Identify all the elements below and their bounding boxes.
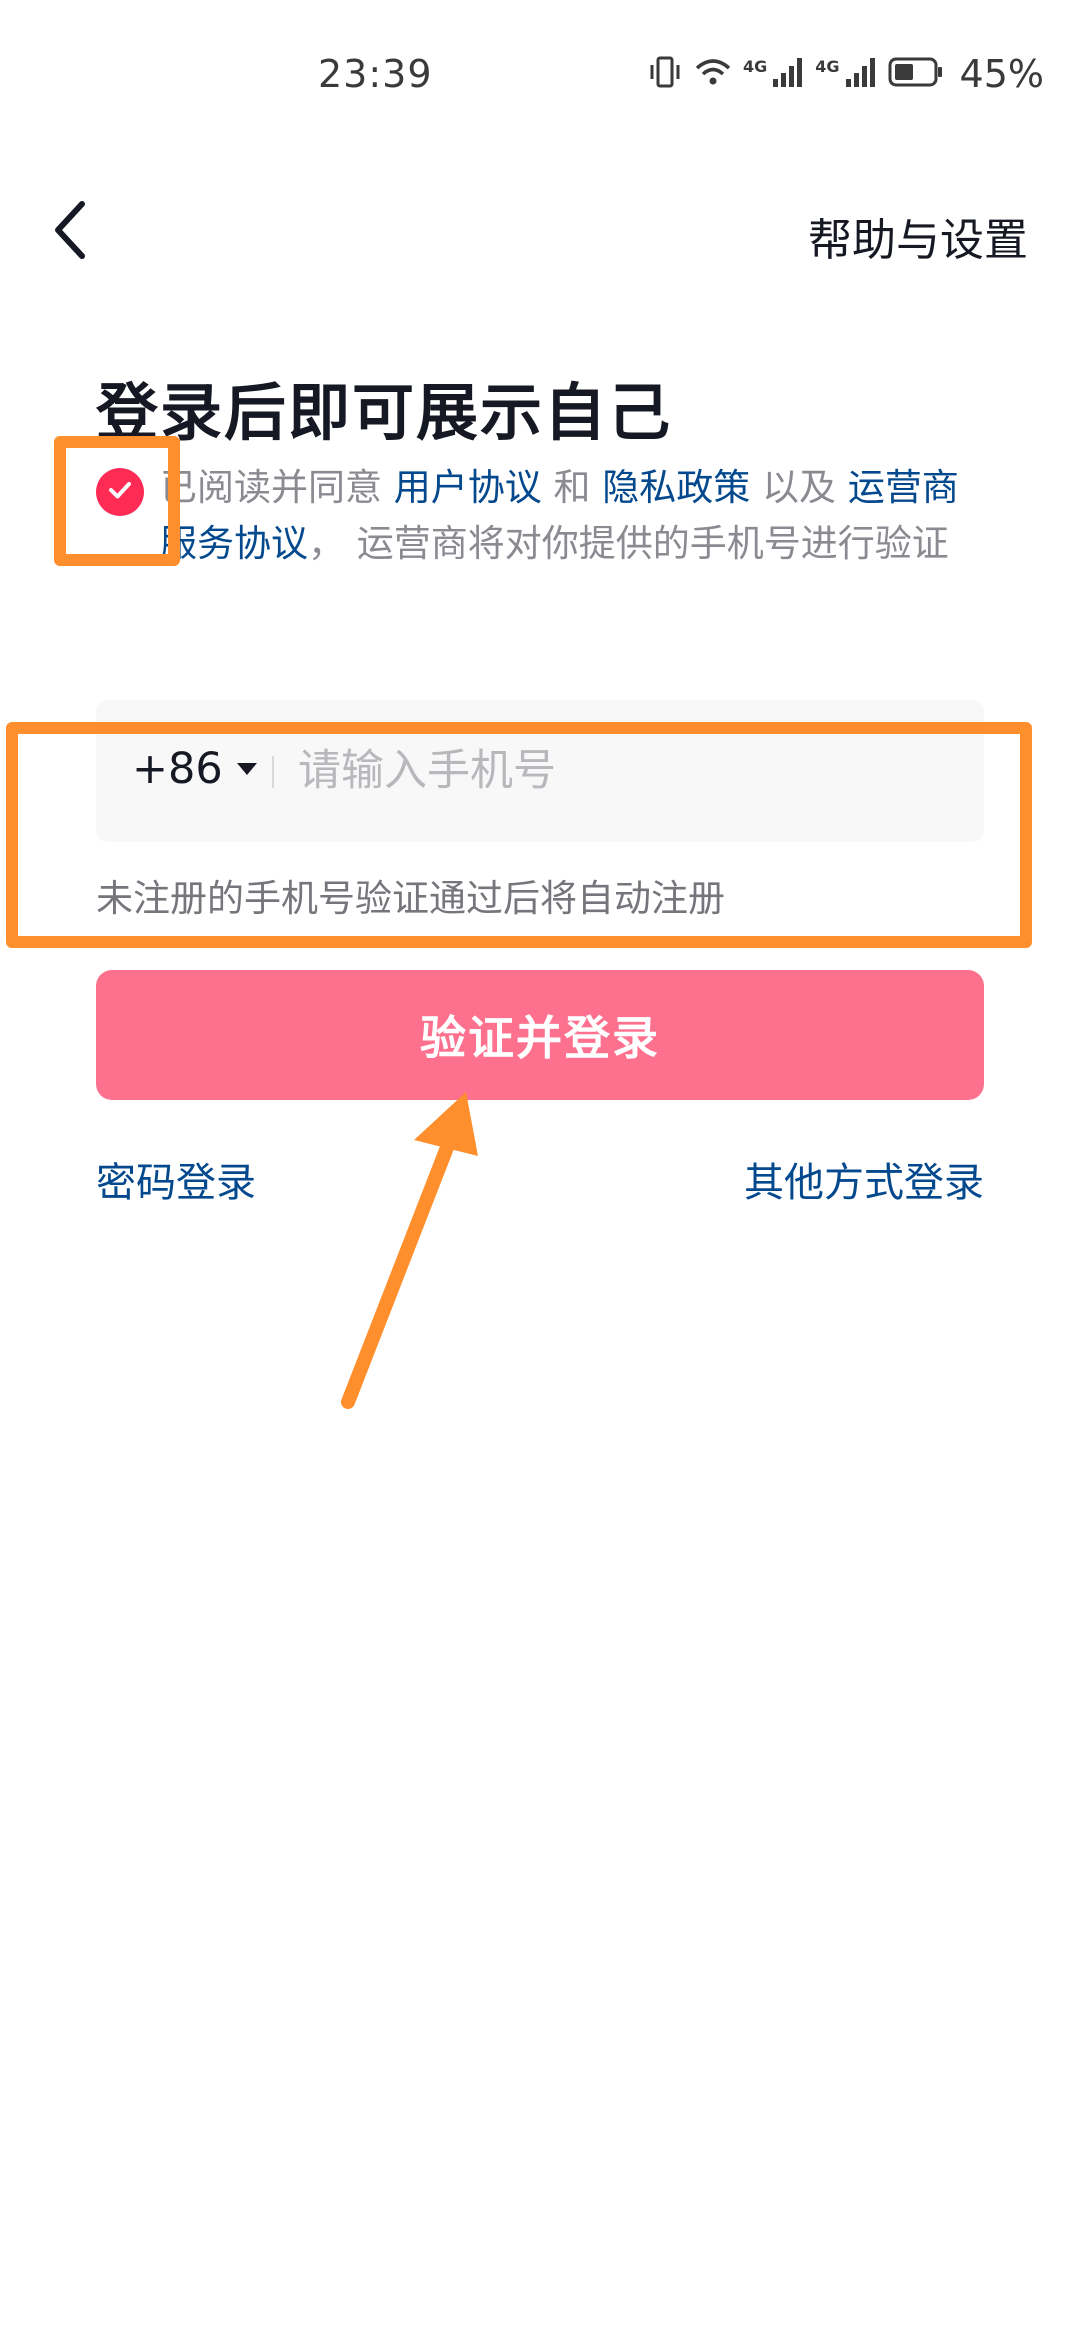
page-title: 登录后即可展示自己 <box>96 376 673 449</box>
auto-register-hint: 未注册的手机号验证通过后将自动注册 <box>96 877 725 920</box>
input-divider <box>272 756 274 788</box>
agreement-also: 以及 <box>750 466 848 509</box>
privacy-policy-link[interactable]: 隐私政策 <box>602 466 750 509</box>
back-button[interactable] <box>40 196 100 268</box>
status-time: 23:39 <box>318 52 433 96</box>
chevron-left-icon <box>48 198 92 266</box>
phone-input[interactable] <box>298 738 958 804</box>
agreement-suffix: ， 运营商将对你提供的手机号进行验证 <box>308 522 949 565</box>
agreement-checkbox[interactable] <box>96 468 144 516</box>
signal-icon <box>771 55 805 93</box>
other-login-link[interactable]: 其他方式登录 <box>744 1150 984 1208</box>
signal-icon <box>844 55 878 93</box>
battery-percent: 45% <box>959 52 1044 96</box>
verify-login-button[interactable]: 验证并登录 <box>96 970 984 1100</box>
status-icons: 4G 4G 45% <box>647 52 1044 96</box>
agreement-prefix: 已阅读并同意 <box>160 466 394 509</box>
wifi-icon <box>693 54 733 94</box>
password-login-link[interactable]: 密码登录 <box>96 1150 256 1208</box>
network-type-1: 4G <box>743 56 768 76</box>
battery-icon <box>888 55 944 93</box>
caret-down-icon <box>236 763 257 775</box>
network-type-2: 4G <box>815 56 840 76</box>
country-code-selector[interactable]: +86 <box>132 744 257 794</box>
user-agreement-link[interactable]: 用户协议 <box>394 466 542 509</box>
agreement-and: 和 <box>541 466 603 509</box>
country-code-label: +86 <box>132 744 223 794</box>
help-settings-link[interactable]: 帮助与设置 <box>808 204 1028 268</box>
agreement-text: 已阅读并同意 用户协议 和 隐私政策 以及 运营商服务协议， 运营商将对你提供的… <box>160 460 980 572</box>
vibrate-icon <box>647 54 683 94</box>
check-icon <box>105 475 135 509</box>
